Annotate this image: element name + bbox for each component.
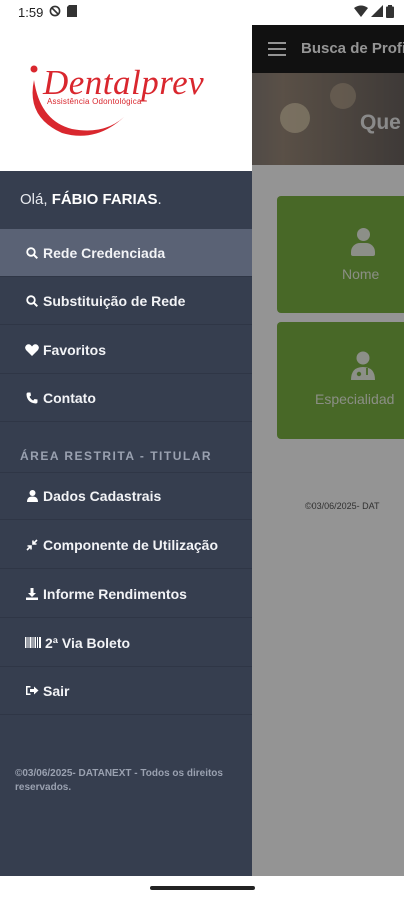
sd-card-icon — [67, 5, 78, 20]
user-icon — [25, 489, 39, 503]
menu-item-label: Informe Rendimentos — [43, 585, 187, 602]
battery-icon — [386, 4, 394, 21]
menu-item-label: Contato — [43, 389, 96, 406]
menu-item-segunda-via-boleto[interactable]: 2ª Via Boleto — [0, 619, 252, 667]
status-bar: 1:59 — [0, 0, 404, 25]
menu-item-label: Dados Cadastrais — [43, 488, 162, 504]
menu-item-label: 2ª Via Boleto — [45, 634, 131, 651]
menu-item-componente-de-utilizacao[interactable]: Componente de Utilização — [0, 521, 252, 569]
search-icon — [25, 294, 39, 308]
menu-item-rede-credenciada[interactable]: Rede Credenciada — [0, 229, 252, 277]
navigation-drawer: Dentalprev Assistência Odontológica Olá,… — [0, 25, 252, 876]
menu-item-label: Favoritos — [43, 341, 107, 358]
system-navigation-bar — [0, 876, 404, 900]
menu-item-substituicao-de-rede[interactable]: Substituição de Rede — [0, 277, 252, 325]
search-icon — [25, 246, 39, 260]
menu-item-favoritos[interactable]: Favoritos — [0, 326, 252, 374]
menu-item-label: Componente de Utilização — [43, 536, 219, 553]
compress-icon — [25, 538, 39, 552]
menu-item-informe-rendimentos[interactable]: Informe Rendimentos — [0, 570, 252, 618]
menu-item-dados-cadastrais[interactable]: Dados Cadastrais — [0, 472, 252, 520]
menu-item-label: Rede Credenciada — [43, 244, 166, 261]
status-time: 1:59 — [18, 5, 44, 20]
menu-item-label: Sair — [43, 682, 70, 699]
do-not-disturb-icon — [49, 5, 61, 20]
heart-icon — [25, 343, 39, 357]
signal-icon — [371, 5, 383, 20]
greeting: Olá, FÁBIO FARIAS. — [20, 191, 162, 208]
section-title-area-restrita: ÁREA RESTRITA - TITULAR — [20, 449, 213, 463]
menu-item-contato[interactable]: Contato — [0, 374, 252, 422]
menu-item-sair[interactable]: Sair — [0, 667, 252, 715]
download-icon — [25, 587, 39, 601]
sign-out-icon — [25, 684, 39, 698]
drawer-footer: ©03/06/2025- DATANEXT - Todos os direito… — [15, 768, 223, 793]
menu-item-label: Substituição de Rede — [43, 292, 186, 309]
phone-icon — [25, 391, 39, 405]
logo: Dentalprev Assistência Odontológica — [0, 25, 252, 171]
user-name: FÁBIO FARIAS — [51, 191, 158, 208]
barcode-icon — [25, 636, 41, 650]
logo-subtitle: Assistência Odontológica — [47, 97, 142, 106]
home-gesture-handle[interactable] — [150, 886, 255, 890]
wifi-icon — [354, 5, 368, 20]
